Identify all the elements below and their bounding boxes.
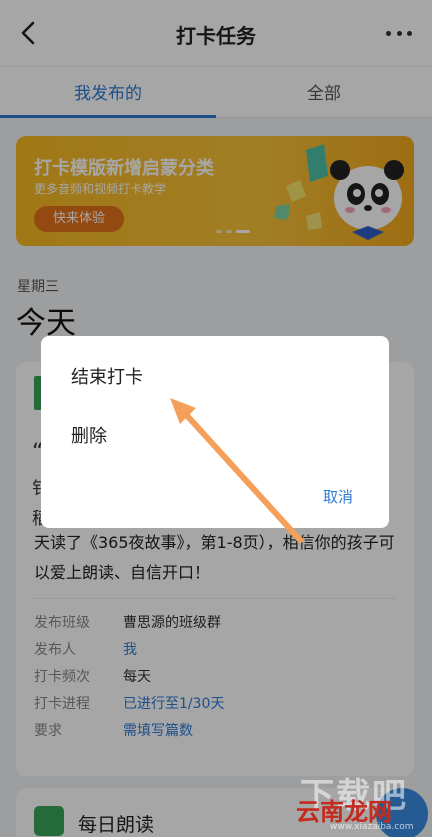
watermark-url: www.xiazaiba.com <box>330 822 414 832</box>
cancel-button[interactable]: 取消 <box>323 486 353 507</box>
end-checkin-option[interactable]: 结束打卡 <box>71 363 143 389</box>
action-dialog: 结束打卡 删除 取消 <box>41 336 389 528</box>
delete-option[interactable]: 删除 <box>71 422 107 448</box>
